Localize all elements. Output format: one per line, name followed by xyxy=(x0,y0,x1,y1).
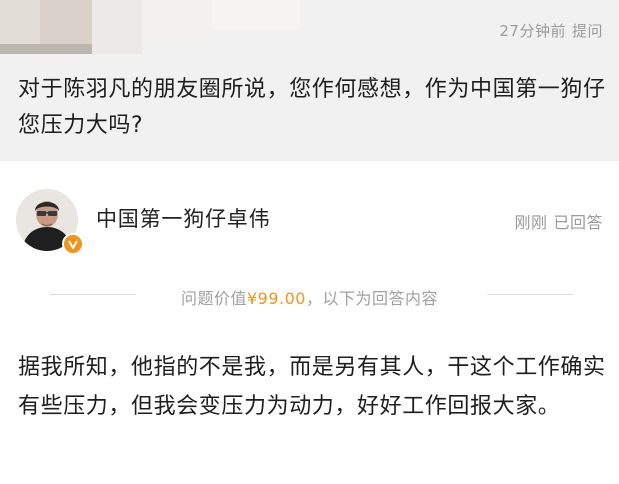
answer-meta: 刚刚 已回答 xyxy=(514,209,603,233)
answerer-row[interactable]: 中国第一狗仔卓伟 刚刚 已回答 xyxy=(0,161,619,261)
question-price: ¥99.00 xyxy=(247,289,306,308)
answer-text: 据我所知，他指的不是我，而是另有其人，干这个工作确实有些压力，但我会变压力为动力… xyxy=(18,355,606,419)
question-card[interactable]: 27分钟前 提问 对于陈羽凡的朋友圈所说，您作何感想，作为中国第一狗仔您压力大吗? xyxy=(0,0,619,161)
question-text: 对于陈羽凡的朋友圈所说，您作何感想，作为中国第一狗仔您压力大吗? xyxy=(18,77,606,138)
price-divider: 问题价值¥99.00，以下为回答内容 xyxy=(0,280,619,310)
price-suffix: ，以下为回答内容 xyxy=(305,289,438,308)
price-divider-text: 问题价值¥99.00，以下为回答内容 xyxy=(0,285,619,309)
divider-line-right xyxy=(487,294,573,295)
answer-time: 刚刚 xyxy=(514,213,548,232)
answer-status: 已回答 xyxy=(553,213,603,232)
question-meta: 27分钟前 提问 xyxy=(499,20,603,41)
asker-blurred-avatar xyxy=(0,0,300,54)
question-time: 27分钟前 xyxy=(499,22,566,40)
verified-badge-icon xyxy=(62,233,84,255)
answerer-name[interactable]: 中国第一狗仔卓伟 xyxy=(96,203,270,233)
question-action: 提问 xyxy=(571,22,603,40)
price-prefix: 问题价值 xyxy=(180,289,247,308)
